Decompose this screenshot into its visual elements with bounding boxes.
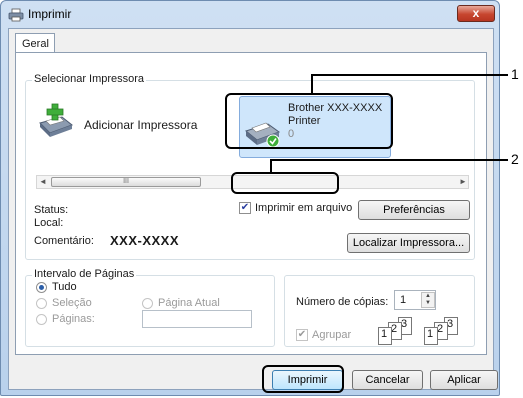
callout-number-2: 2 [511,151,519,167]
callout-number-1: 1 [511,66,519,82]
callout-line-2 [270,159,508,172]
callout-line-1 [311,74,508,93]
callout-lines [270,74,508,172]
